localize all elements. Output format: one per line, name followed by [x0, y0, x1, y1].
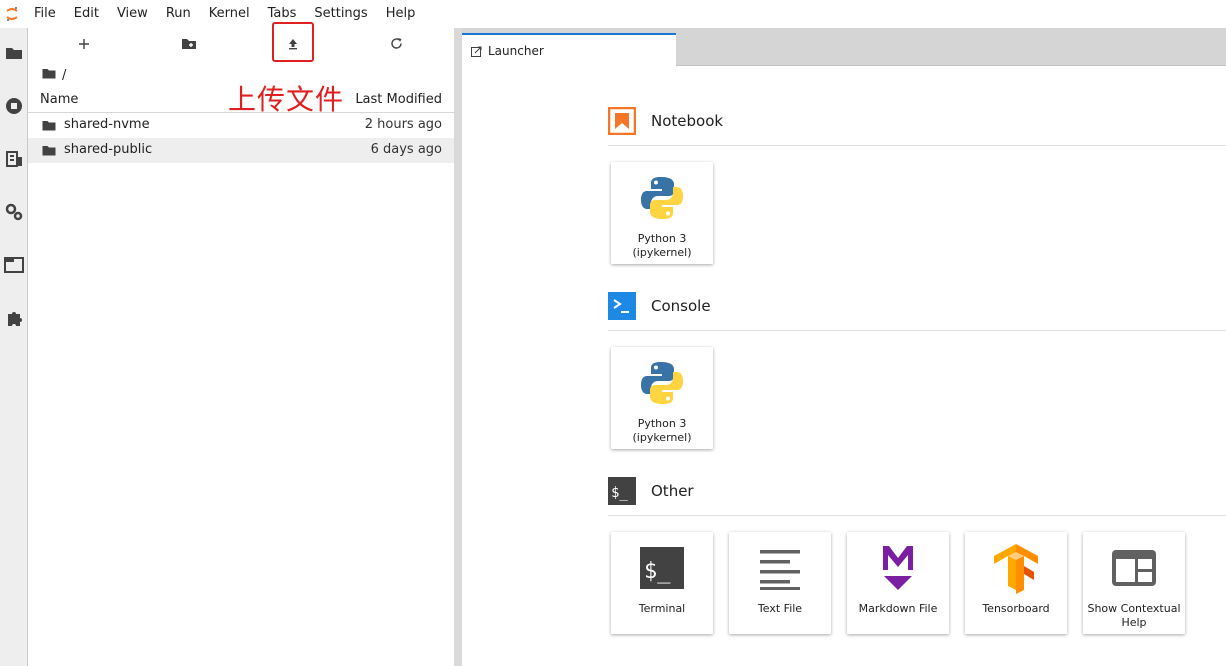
refresh-icon [390, 35, 403, 54]
column-last-modified[interactable]: Last Modified [355, 92, 442, 107]
panel-splitter[interactable] [454, 28, 462, 666]
section-header: Notebook [607, 106, 1226, 137]
menu-settings[interactable]: Settings [305, 0, 376, 28]
file-browser-toolbar [28, 22, 454, 62]
launcher-card-markdown-file[interactable]: Markdown File [847, 532, 949, 634]
launcher-tab-icon [471, 46, 482, 57]
tab-label: Launcher [488, 44, 544, 58]
activity-bar [0, 28, 28, 666]
launcher-card-contextual-help[interactable]: Show Contextual Help [1083, 532, 1185, 634]
file-list-header: Name Last Modified [28, 87, 454, 113]
python-logo-icon [611, 355, 713, 411]
launcher-card-notebook-python3[interactable]: Python 3 (ipykernel) [611, 162, 713, 264]
section-title: Other [651, 482, 694, 500]
launcher-section-console: Console Python 3 (ipykernel) [608, 292, 1226, 449]
section-divider [608, 330, 1226, 331]
launcher-card-terminal[interactable]: $_ Terminal [611, 532, 713, 634]
launcher-card-console-python3[interactable]: Python 3 (ipykernel) [611, 347, 713, 449]
terminal-icon: $_ [611, 540, 713, 596]
terminal-section-icon: $_ [608, 477, 636, 505]
tabs-icon[interactable] [0, 248, 27, 282]
menu-run[interactable]: Run [157, 0, 200, 28]
refresh-button[interactable] [378, 32, 414, 56]
notebook-icon [607, 106, 637, 136]
section-header: $_ Other [608, 477, 1226, 507]
folder-icon [42, 145, 56, 160]
jupyter-logo-icon [0, 0, 24, 28]
card-label: Python 3 (ipykernel) [632, 232, 692, 259]
new-folder-button[interactable] [171, 32, 207, 56]
markdown-icon [847, 540, 949, 596]
property-inspector-icon[interactable] [0, 195, 27, 229]
menu-kernel[interactable]: Kernel [200, 0, 259, 28]
menu-edit[interactable]: Edit [65, 0, 108, 28]
card-label: Text File [757, 602, 803, 615]
folder-icon [42, 120, 56, 135]
text-file-icon [729, 540, 831, 596]
tab-bar: Launcher [462, 28, 1226, 67]
extension-icon[interactable] [0, 301, 27, 335]
upload-highlight-box [272, 22, 314, 62]
card-label: Show Contextual Help [1087, 602, 1181, 629]
breadcrumb: / [42, 66, 66, 84]
column-name[interactable]: Name [40, 92, 78, 107]
new-launcher-button[interactable] [66, 32, 102, 56]
menu-help[interactable]: Help [377, 0, 425, 28]
file-name: shared-public [64, 142, 153, 157]
breadcrumb-root[interactable]: / [62, 68, 66, 83]
new-launcher-icon [78, 35, 90, 54]
card-label: Markdown File [858, 602, 938, 615]
running-icon[interactable] [0, 89, 27, 123]
tab-launcher[interactable]: Launcher [462, 33, 676, 67]
menu-view[interactable]: View [108, 0, 157, 28]
file-row-shared-public[interactable]: shared-public 6 days ago [28, 138, 454, 163]
svg-text:$_: $_ [644, 559, 671, 584]
svg-text:$_: $_ [611, 485, 628, 501]
file-row-shared-nvme[interactable]: shared-nvme 2 hours ago [28, 113, 454, 138]
menu-bar: File Edit View Run Kernel Tabs Settings … [0, 0, 1226, 28]
menu-file[interactable]: File [24, 0, 65, 28]
section-header: Console [608, 292, 1226, 322]
console-icon [608, 292, 636, 320]
file-list: shared-nvme 2 hours ago shared-public 6 … [28, 113, 454, 163]
section-divider [608, 515, 1226, 516]
card-label: Tensorboard [982, 602, 1050, 615]
section-divider [608, 145, 1226, 146]
file-modified: 2 hours ago [364, 117, 442, 132]
folder-icon[interactable] [0, 36, 27, 70]
section-title: Console [651, 297, 711, 315]
contextual-help-icon [1083, 540, 1185, 596]
file-modified: 6 days ago [370, 142, 442, 157]
launcher-card-tensorboard[interactable]: Tensorboard [965, 532, 1067, 634]
launcher-section-other: $_ Other $_ Terminal Text File Markdown … [608, 477, 1226, 634]
file-name: shared-nvme [64, 117, 150, 132]
python-logo-icon [611, 170, 713, 226]
file-browser: / 上传文件 Name Last Modified shared-nvme 2 … [28, 22, 454, 666]
launcher-card-text-file[interactable]: Text File [729, 532, 831, 634]
new-folder-icon [181, 35, 197, 54]
tensorflow-logo-icon [965, 540, 1067, 596]
home-folder-icon[interactable] [42, 68, 56, 83]
section-title: Notebook [651, 112, 724, 130]
launcher-section-notebook: Notebook Python 3 (ipykernel) [607, 106, 1226, 264]
card-label: Python 3 (ipykernel) [632, 417, 692, 444]
commands-icon[interactable] [0, 142, 27, 176]
card-label: Terminal [638, 602, 686, 615]
main-area: Launcher Notebook Python 3 (ipykernel) C… [462, 28, 1226, 666]
